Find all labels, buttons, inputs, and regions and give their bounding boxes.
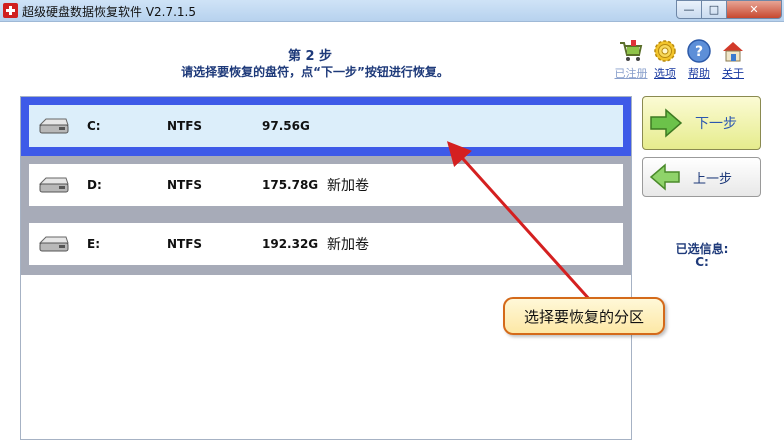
drive-icon (38, 236, 69, 252)
partition-row-e[interactable]: E: NTFS 192.32G 新加卷 (21, 215, 631, 275)
partition-list: C: NTFS 97.56G D: NTFS 175.78G 新加卷 E: NT… (20, 96, 632, 440)
toolbar: 已注册 选项 ? 帮助 关于 (612, 38, 748, 81)
prev-button[interactable]: 上一步 (642, 157, 761, 197)
maximize-button[interactable]: □ (701, 0, 727, 19)
toolbar-help[interactable]: ? 帮助 (680, 38, 718, 81)
partition-letter: D: (87, 178, 102, 192)
close-button[interactable]: ✕ (726, 0, 782, 19)
step-title: 第 2 步 (287, 49, 333, 64)
app-icon (3, 3, 18, 18)
right-panel: 下一步 上一步 已选信息: C: (631, 96, 784, 440)
drive-icon (38, 118, 69, 134)
home-icon (723, 42, 743, 62)
toolbar-registered[interactable]: 已注册 (612, 38, 650, 81)
partition-row-inner: D: NTFS 175.78G 新加卷 (29, 164, 623, 206)
partition-size: 97.56G (262, 119, 310, 133)
prev-button-label: 上一步 (693, 171, 733, 187)
partition-size: 175.78G (262, 178, 319, 192)
annotation-callout: 选择要恢复的分区 (503, 297, 665, 335)
partition-size: 192.32G (262, 237, 319, 251)
partition-letter: E: (87, 237, 100, 251)
partition-filesystem: NTFS (167, 237, 203, 251)
arrow-left-icon (649, 163, 680, 191)
gear-icon (654, 40, 676, 62)
partition-label: 新加卷 (327, 178, 369, 194)
step-instruction: 请选择要恢复的盘符，点“下一步”按钮进行恢复。 (181, 65, 449, 79)
toolbar-about[interactable]: 关于 (714, 38, 752, 81)
arrow-right-icon (650, 108, 683, 138)
window-controls: — □ ✕ (676, 0, 782, 19)
svg-text:?: ? (695, 44, 703, 60)
partition-filesystem: NTFS (167, 178, 203, 192)
partition-row-inner: E: NTFS 192.32G 新加卷 (29, 223, 623, 265)
toolbar-registered-label: 已注册 (614, 67, 648, 80)
partition-filesystem: NTFS (167, 119, 203, 133)
help-icon: ? (687, 39, 711, 63)
toolbar-options-label: 选项 (654, 67, 676, 80)
toolbar-options[interactable]: 选项 (646, 38, 684, 81)
partition-label: 新加卷 (327, 237, 369, 253)
partition-row-c[interactable]: C: NTFS 97.56G (21, 97, 631, 157)
partition-row-d[interactable]: D: NTFS 175.78G 新加卷 (21, 156, 631, 216)
partition-letter: C: (87, 119, 101, 133)
next-button[interactable]: 下一步 (642, 96, 761, 150)
minimize-button[interactable]: — (676, 0, 702, 19)
cart-icon (620, 40, 643, 61)
toolbar-help-label: 帮助 (688, 67, 710, 80)
selected-info-value: C: (695, 255, 709, 269)
title-bar: 超级硬盘数据恢复软件 V2.7.1.5 — □ ✕ (0, 0, 784, 22)
toolbar-about-label: 关于 (722, 67, 744, 80)
window-title: 超级硬盘数据恢复软件 V2.7.1.5 (22, 5, 197, 19)
next-button-label: 下一步 (695, 116, 737, 132)
partition-row-inner: C: NTFS 97.56G (29, 105, 623, 147)
drive-icon (38, 177, 69, 193)
